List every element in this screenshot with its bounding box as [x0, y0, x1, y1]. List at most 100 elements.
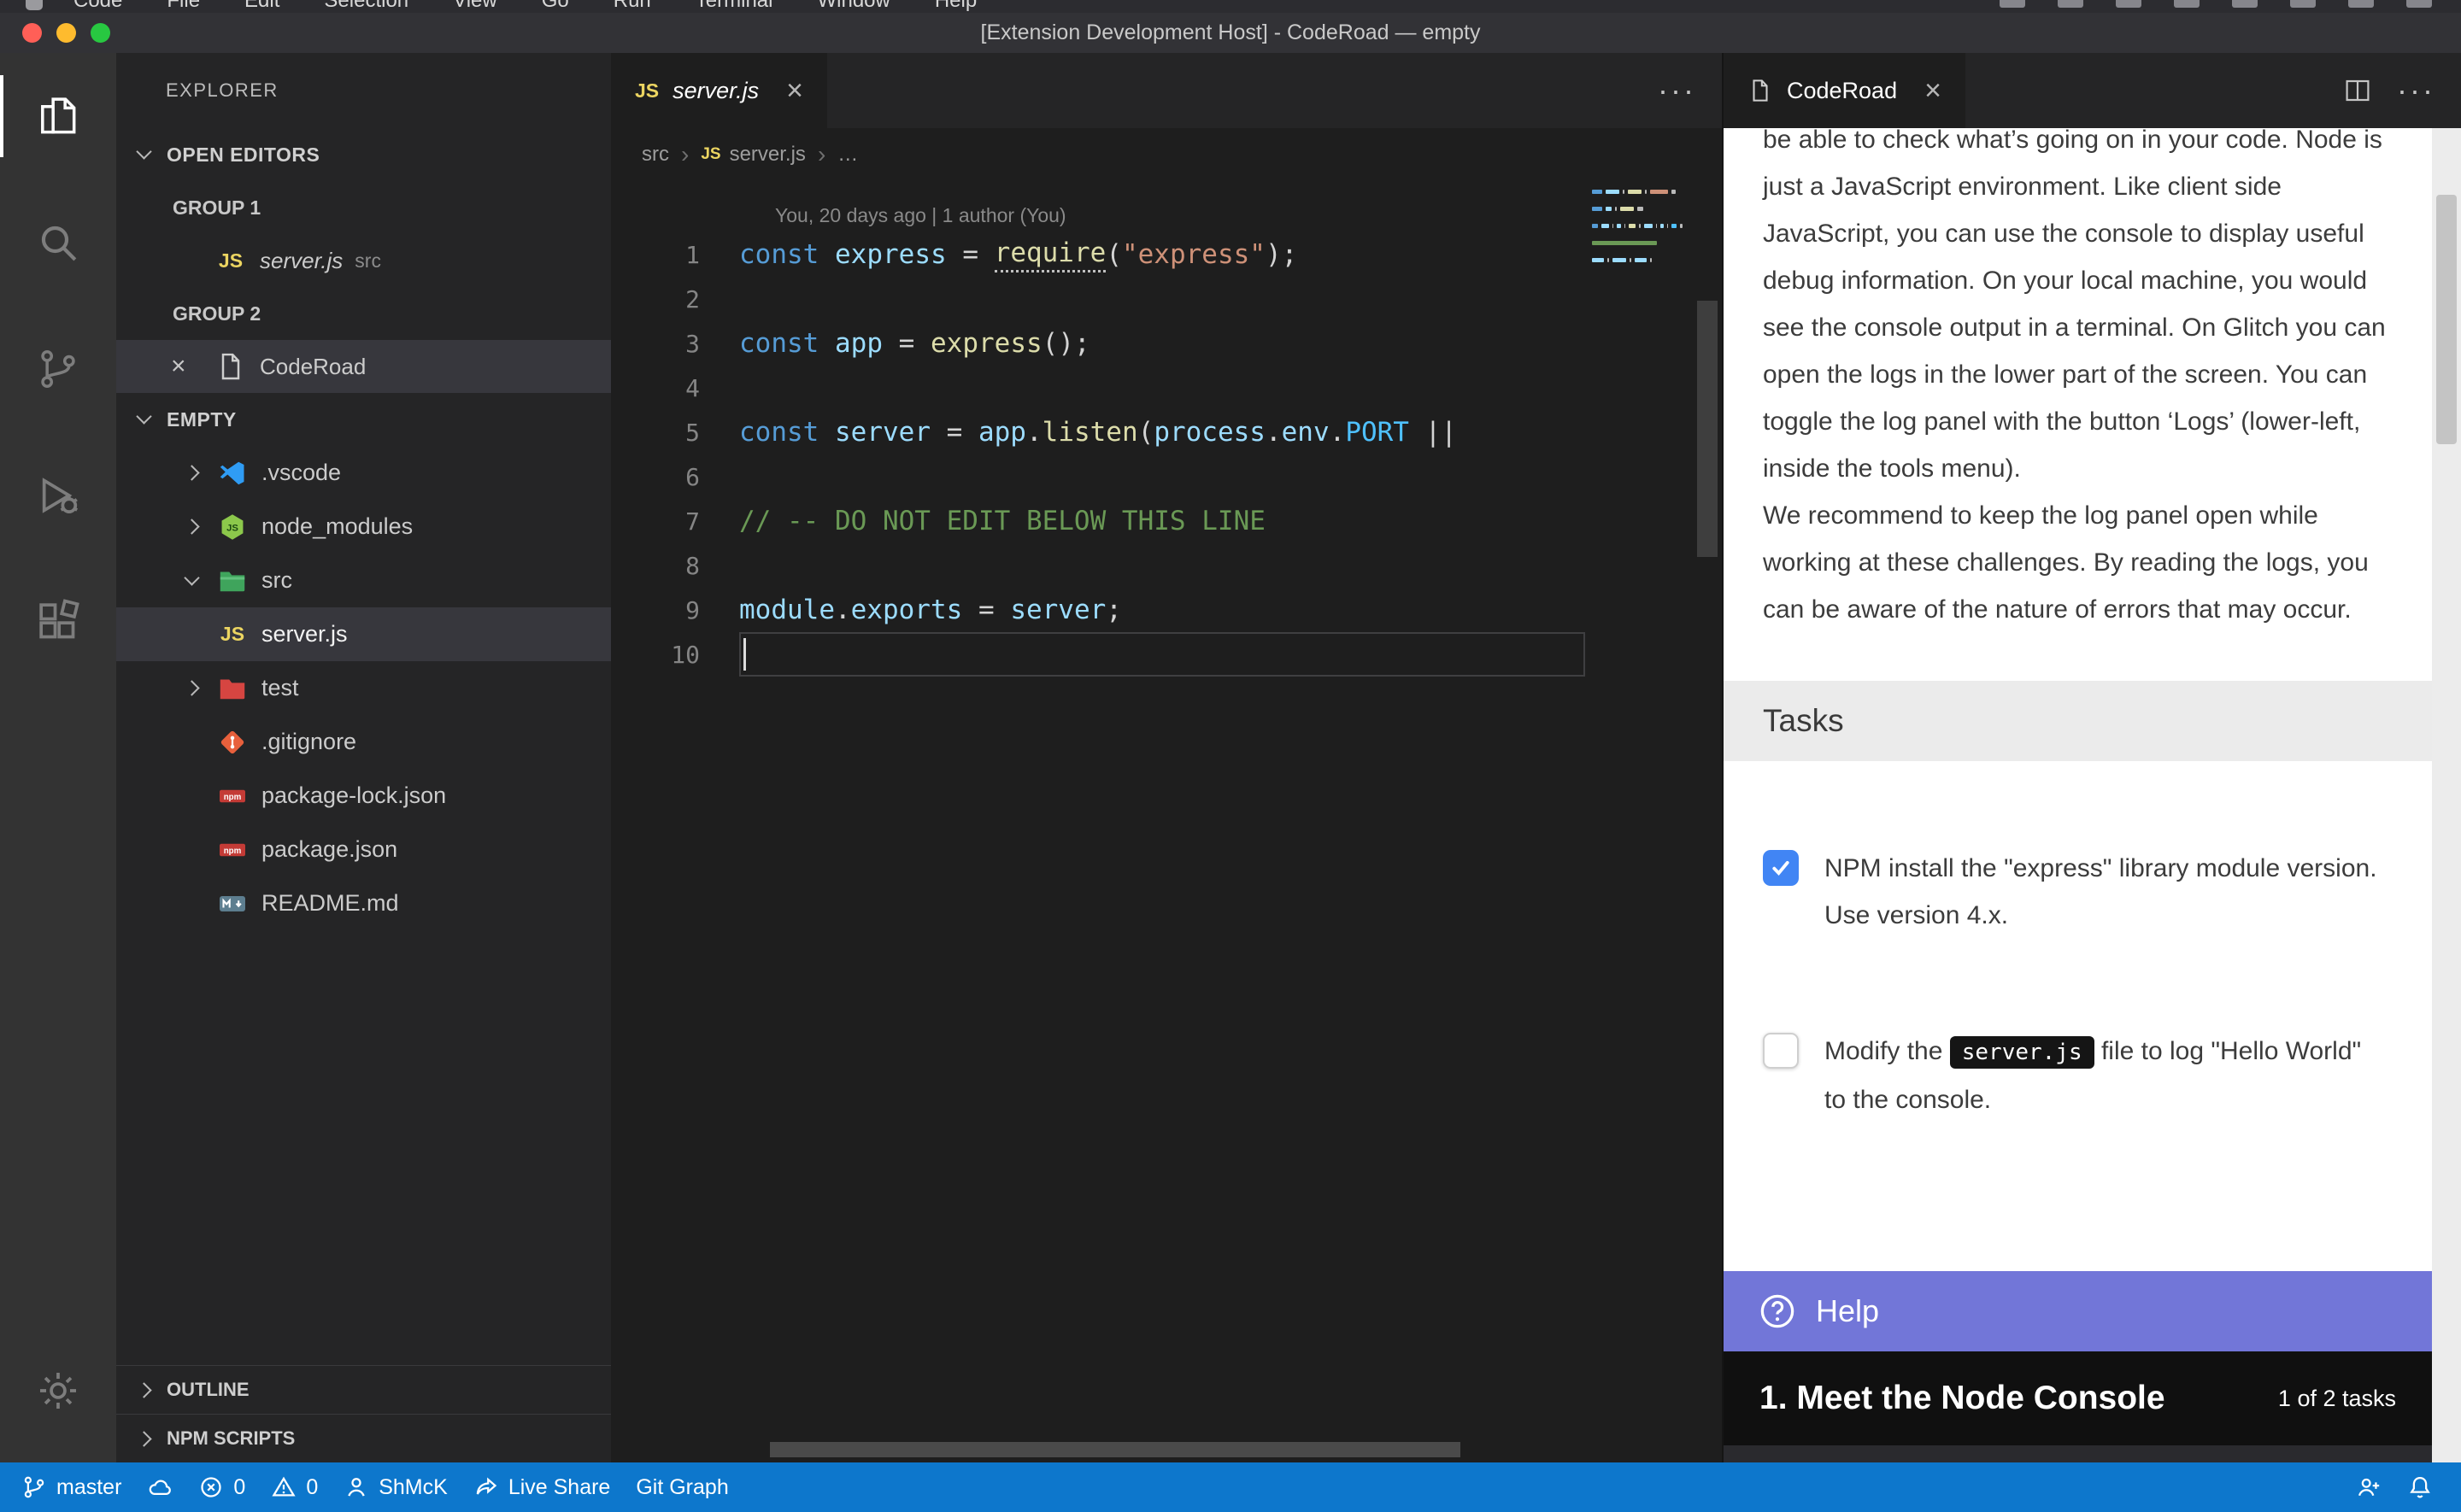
menu-window[interactable]: Window — [817, 0, 890, 13]
tree-item-gitignore[interactable]: .gitignore — [116, 715, 611, 769]
code-line-3[interactable]: 3const app = express(); — [611, 321, 1722, 366]
breadcrumb-item-server-js[interactable]: JSserver.js — [701, 143, 806, 167]
editor-horizontal-scrollbar[interactable] — [770, 1442, 1460, 1457]
editor-tab-bar: JS server.js × ··· — [611, 53, 1722, 128]
code-line-5[interactable]: 5const server = app.listen(process.env.P… — [611, 410, 1722, 454]
statusbar-live-share[interactable]: Live Share — [461, 1462, 624, 1512]
menu-help[interactable]: Help — [935, 0, 977, 13]
error-icon — [198, 1474, 224, 1500]
open-editor-label: server.js — [260, 248, 343, 274]
menu-code[interactable]: Code — [73, 0, 122, 13]
task-progress: 1 of 2 tasks — [2278, 1386, 2396, 1412]
code-token: const — [739, 239, 819, 270]
menu-file[interactable]: File — [167, 0, 200, 13]
menu-view[interactable]: View — [453, 0, 497, 13]
code-line-2[interactable]: 2 — [611, 277, 1722, 321]
minimap-token — [1617, 224, 1620, 228]
close-editor-icon[interactable]: × — [171, 352, 210, 381]
npm-icon: npm — [212, 778, 253, 814]
explorer-icon[interactable] — [0, 53, 116, 179]
tree-item-node-modules[interactable]: JSnode_modules — [116, 500, 611, 554]
more-actions-icon[interactable]: ··· — [1658, 75, 1696, 106]
close-window-button[interactable] — [22, 23, 42, 43]
open-editor-coderoad[interactable]: ×CodeRoad — [116, 340, 611, 393]
minimap-line — [1592, 207, 1683, 211]
menu-edit[interactable]: Edit — [244, 0, 279, 13]
code-token: ( — [1106, 239, 1122, 270]
coderoad-webview: be able to check what’s going on in your… — [1724, 128, 2432, 1462]
statusbar-notifications[interactable] — [2394, 1462, 2446, 1512]
breadcrumb-item-[interactable]: … — [837, 143, 858, 167]
apple-menu-icon[interactable] — [26, 0, 43, 10]
code-line-4[interactable]: 4 — [611, 366, 1722, 410]
close-tab-icon[interactable]: × — [1924, 76, 1941, 105]
statusbar-live-share-contacts[interactable] — [2343, 1462, 2394, 1512]
task-checkbox[interactable] — [1763, 1033, 1799, 1069]
tree-item-package-json[interactable]: npmpackage.json — [116, 823, 611, 876]
extensions-icon[interactable] — [0, 559, 116, 685]
minimap-token — [1630, 258, 1631, 262]
code-line-10[interactable]: 10 — [611, 632, 1722, 677]
menu-selection[interactable]: Selection — [324, 0, 408, 13]
search-icon[interactable] — [0, 179, 116, 306]
editor-actions: ··· — [1658, 53, 1722, 128]
code-line-9[interactable]: 9module.exports = server; — [611, 588, 1722, 632]
codelens-annotation[interactable]: You, 20 days ago | 1 author (You) — [611, 181, 1722, 232]
webview-scrollbar[interactable] — [2432, 128, 2461, 1462]
statusbar-git-graph[interactable]: Git Graph — [623, 1462, 741, 1512]
status-bar-left: master00ShMcKLive ShareGit Graph — [9, 1462, 742, 1512]
menu-go[interactable]: Go — [542, 0, 569, 13]
status-bar-right — [2343, 1462, 2452, 1512]
statusbar-publish-changes[interactable] — [134, 1462, 185, 1512]
tree-item-package-lock-json[interactable]: npmpackage-lock.json — [116, 769, 611, 823]
tree-item-label: package.json — [261, 836, 397, 863]
code-line-1[interactable]: 1const express = require("express"); — [611, 232, 1722, 277]
code-line-7[interactable]: 7// -- DO NOT EDIT BELOW THIS LINE — [611, 499, 1722, 543]
statusbar-problems-errors[interactable]: 0 — [185, 1462, 258, 1512]
source-control-icon[interactable] — [0, 306, 116, 432]
code-token: (); — [1043, 328, 1090, 359]
code-line-8[interactable]: 8 — [611, 543, 1722, 588]
tree-item-server-js[interactable]: JSserver.js — [116, 607, 611, 661]
minimap-token — [1667, 224, 1668, 228]
tab-coderoad[interactable]: CodeRoad × — [1724, 53, 1965, 128]
help-button[interactable]: Help — [1724, 1271, 2432, 1351]
breadcrumb-label: src — [642, 143, 669, 167]
minimize-window-button[interactable] — [56, 23, 76, 43]
statusbar-problems-warnings[interactable]: 0 — [258, 1462, 331, 1512]
tree-item-test[interactable]: test — [116, 661, 611, 715]
scrollbar-thumb[interactable] — [2436, 195, 2457, 444]
editor-vertical-scrollbar[interactable] — [1697, 301, 1718, 557]
open-editor-server-js[interactable]: JSserver.jssrc — [116, 234, 611, 287]
window-title-bar[interactable]: [Extension Development Host] - CodeRoad … — [0, 13, 2461, 53]
section-npm-scripts[interactable]: NPM SCRIPTS — [116, 1414, 611, 1462]
editor-group-coderoad: CodeRoad × ··· be able to check what’s g… — [1724, 53, 2461, 1462]
breadcrumb-item-src[interactable]: src — [642, 143, 669, 167]
section-outline[interactable]: OUTLINE — [116, 1365, 611, 1414]
minimap[interactable] — [1592, 190, 1683, 275]
open-editors-group-group-2: GROUP 2 — [116, 287, 611, 340]
statusbar-label: 0 — [233, 1475, 245, 1500]
code-line-6[interactable]: 6 — [611, 454, 1722, 499]
minimap-line — [1592, 249, 1683, 254]
tab-server-js[interactable]: JS server.js × — [611, 53, 827, 128]
statusbar-git-branch[interactable]: master — [9, 1462, 134, 1512]
code-editor[interactable]: You, 20 days ago | 1 author (You) 1const… — [611, 181, 1722, 1462]
tree-item-src[interactable]: src — [116, 554, 611, 607]
zoom-window-button[interactable] — [91, 23, 110, 43]
task-checkbox[interactable] — [1763, 850, 1799, 886]
close-tab-icon[interactable]: × — [786, 76, 803, 105]
open-editors-header[interactable]: OPEN EDITORS — [116, 128, 611, 181]
settings-gear-icon[interactable] — [0, 1327, 116, 1454]
tree-item-vscode[interactable]: .vscode — [116, 446, 611, 500]
tree-item-readme-md[interactable]: README.md — [116, 876, 611, 930]
svg-text:npm: npm — [224, 793, 242, 802]
workspace-root-header[interactable]: EMPTY — [116, 393, 611, 446]
menu-terminal[interactable]: Terminal — [696, 0, 773, 13]
more-actions-icon[interactable]: ··· — [2397, 75, 2435, 106]
run-debug-icon[interactable] — [0, 432, 116, 559]
share-icon — [473, 1474, 499, 1500]
split-editor-icon[interactable] — [2344, 77, 2371, 104]
menu-run[interactable]: Run — [614, 0, 651, 13]
statusbar-coderoad-user[interactable]: ShMcK — [331, 1462, 461, 1512]
